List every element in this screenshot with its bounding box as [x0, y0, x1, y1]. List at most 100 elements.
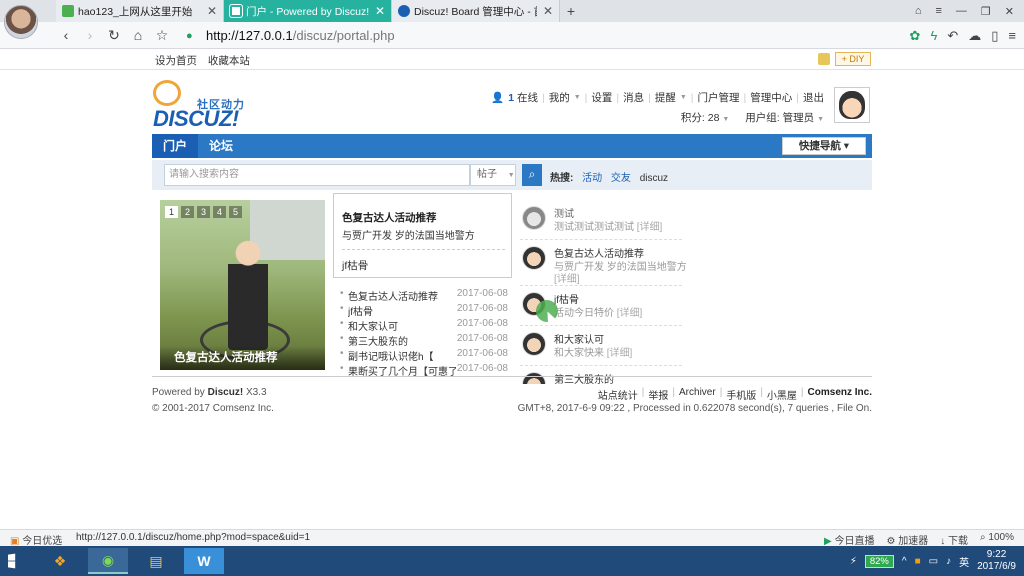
quick-nav-button[interactable]: 快捷导航 ▾	[782, 137, 866, 155]
nav-forum[interactable]: 论坛	[198, 134, 244, 158]
featured-title[interactable]: 色复古达人活动推荐	[342, 210, 437, 225]
user-nav-settings[interactable]: 设置	[591, 90, 612, 105]
footer-link-stats[interactable]: 站点统计	[598, 387, 638, 402]
hot-keyword[interactable]: 活动	[582, 173, 602, 184]
diy-palette-icon[interactable]	[818, 53, 830, 65]
slide-dot[interactable]: 1	[165, 206, 178, 218]
list-item[interactable]: • 和大家认可 2017-06-08	[340, 318, 508, 333]
browser-user-avatar[interactable]	[0, 0, 42, 44]
slide-dot[interactable]: 4	[213, 206, 226, 218]
live-button[interactable]: ▶ 今日直播	[824, 532, 874, 547]
skin-icon[interactable]: ⌂	[915, 5, 922, 17]
taskbar-wps-icon[interactable]: W	[184, 548, 224, 574]
user-nav-logout[interactable]: 退出	[803, 90, 824, 105]
site-logo[interactable]: 社区动力 DISCUZ!	[153, 80, 263, 131]
clock[interactable]: 9:22 2017/6/9	[977, 549, 1016, 573]
shield-icon: ●	[186, 29, 193, 42]
menu-icon[interactable]: ≡	[935, 5, 941, 17]
avatar[interactable]	[522, 372, 546, 384]
bookmark-link[interactable]: 收藏本站	[208, 55, 250, 67]
windows-start-icon[interactable]	[8, 553, 16, 569]
url-host: http://127.0.0.1	[206, 28, 293, 43]
tab-admin[interactable]: Discuz! Board 管理中心 - 首页 ✕	[392, 0, 560, 22]
plug-icon[interactable]: ⚡	[850, 556, 857, 567]
tray-app-icon[interactable]: ■	[915, 556, 921, 567]
footer-company[interactable]: Comsenz Inc.	[808, 387, 872, 402]
featured-second[interactable]: jf枯骨	[342, 258, 368, 273]
online-count[interactable]: 1 在线	[508, 90, 538, 105]
new-tab-button[interactable]: +	[560, 0, 582, 22]
network-icon[interactable]: ▭	[929, 556, 938, 567]
avatar[interactable]	[522, 332, 546, 356]
site-footer: Powered by Discuz! X3.3 © 2001-2017 Coms…	[152, 376, 872, 414]
avatar[interactable]	[522, 246, 546, 270]
reload-icon[interactable]: ↻	[102, 27, 126, 44]
nav-portal[interactable]: 门户	[152, 134, 199, 158]
list-item[interactable]: • jf枯骨 2017-06-08	[340, 303, 508, 318]
close-icon[interactable]: ✕	[369, 4, 385, 18]
back-icon[interactable]: ‹	[54, 27, 78, 43]
phone-icon[interactable]: ▯	[991, 28, 998, 44]
tab-portal[interactable]: 门户 - Powered by Discuz! ✕	[224, 0, 392, 22]
list-item[interactable]: • 副书记哦认识佬h【 2017-06-08	[340, 348, 508, 363]
hot-keyword[interactable]: 交友	[611, 173, 631, 184]
more-icon[interactable]: ≡	[1008, 28, 1016, 43]
user-avatar[interactable]	[834, 87, 870, 123]
restore-icon[interactable]: ❐	[981, 5, 991, 18]
feed-title[interactable]: 第三大股东的	[554, 371, 614, 384]
home-icon[interactable]: ⌂	[126, 27, 150, 43]
taskbar-folder-icon[interactable]: ▤	[136, 548, 176, 574]
list-item[interactable]: • 色复古达人活动推荐 2017-06-08	[340, 288, 508, 303]
slide-caption[interactable]: 色复古达人活动推荐	[160, 346, 325, 370]
user-group[interactable]: 用户组: 管理员 ▼	[745, 110, 824, 125]
tray-expand-icon[interactable]: ^	[902, 556, 907, 567]
user-nav-my[interactable]: 我的	[549, 90, 570, 105]
daily-pick-button[interactable]: ▣ 今日优选	[10, 532, 62, 547]
search-input[interactable]: 请输入搜索内容	[164, 164, 470, 186]
user-nav-reminders[interactable]: 提醒	[655, 90, 676, 105]
diy-button[interactable]: + DIY	[835, 52, 871, 66]
slide-dot[interactable]: 2	[181, 206, 194, 218]
slide-dot[interactable]: 3	[197, 206, 210, 218]
user-nav-messages[interactable]: 消息	[623, 90, 644, 105]
featured-summary: 与贾广开发 岁的法国当地警方	[342, 231, 475, 242]
battery-indicator[interactable]: 82%	[864, 554, 894, 568]
discuz-link[interactable]: Discuz!	[208, 387, 244, 398]
feed-more-link[interactable]: [详细]	[554, 270, 580, 285]
forward-icon[interactable]: ›	[78, 27, 102, 43]
avatar[interactable]	[522, 206, 546, 230]
close-icon[interactable]: ✕	[201, 4, 217, 18]
undo-icon[interactable]: ↶	[947, 28, 958, 44]
ime-indicator[interactable]: 英	[959, 554, 969, 569]
minimize-icon[interactable]: —	[956, 5, 967, 17]
slide-dot[interactable]: 5	[229, 206, 242, 218]
close-icon[interactable]: ✕	[537, 4, 553, 18]
address-bar[interactable]: ● http://127.0.0.1 /discuz/portal.php	[186, 25, 866, 46]
footer-link-archiver[interactable]: Archiver	[679, 387, 716, 402]
slideshow[interactable]: 1 2 3 4 5 色复古达人活动推荐	[160, 200, 325, 370]
star-icon[interactable]: ☆	[150, 27, 174, 44]
close-window-icon[interactable]: ✕	[1005, 5, 1014, 18]
download-button[interactable]: ↓ 下载	[940, 532, 968, 547]
extension-icon[interactable]: ✿	[910, 28, 921, 44]
list-item[interactable]: • 第三大股东的 2017-06-08	[340, 333, 508, 348]
tab-hao123[interactable]: hao123_上网从这里开始 ✕	[56, 0, 224, 22]
user-points[interactable]: 积分: 28 ▼	[681, 110, 729, 125]
taskbar-browser-icon[interactable]: ◉	[88, 548, 128, 574]
search-type-select[interactable]: 帖子 ▼	[470, 164, 516, 186]
footer-link-mobile[interactable]: 手机版	[726, 387, 756, 402]
status-right: ▶ 今日直播 ⚙ 加速器 ↓ 下载 ⌕ 100%	[824, 532, 1014, 547]
accelerator-button[interactable]: ⚙ 加速器	[887, 532, 929, 547]
footer-link-blackroom[interactable]: 小黑屋	[767, 387, 797, 402]
cloud-icon[interactable]: ☁	[968, 28, 981, 44]
volume-icon[interactable]: ♪	[946, 556, 951, 567]
user-nav-portal-admin[interactable]: 门户管理	[698, 90, 740, 105]
user-nav-admin-center[interactable]: 管理中心	[750, 90, 792, 105]
taskbar-app-icon[interactable]: ❖	[40, 548, 80, 574]
zoom-level[interactable]: ⌕ 100%	[980, 532, 1014, 547]
search-button[interactable]: ⌕	[522, 164, 542, 186]
lightning-icon[interactable]: ϟ	[930, 28, 937, 43]
set-homepage-link[interactable]: 设为首页	[155, 55, 197, 67]
hot-keyword[interactable]: discuz	[640, 173, 668, 184]
footer-link-report[interactable]: 举报	[648, 387, 668, 402]
